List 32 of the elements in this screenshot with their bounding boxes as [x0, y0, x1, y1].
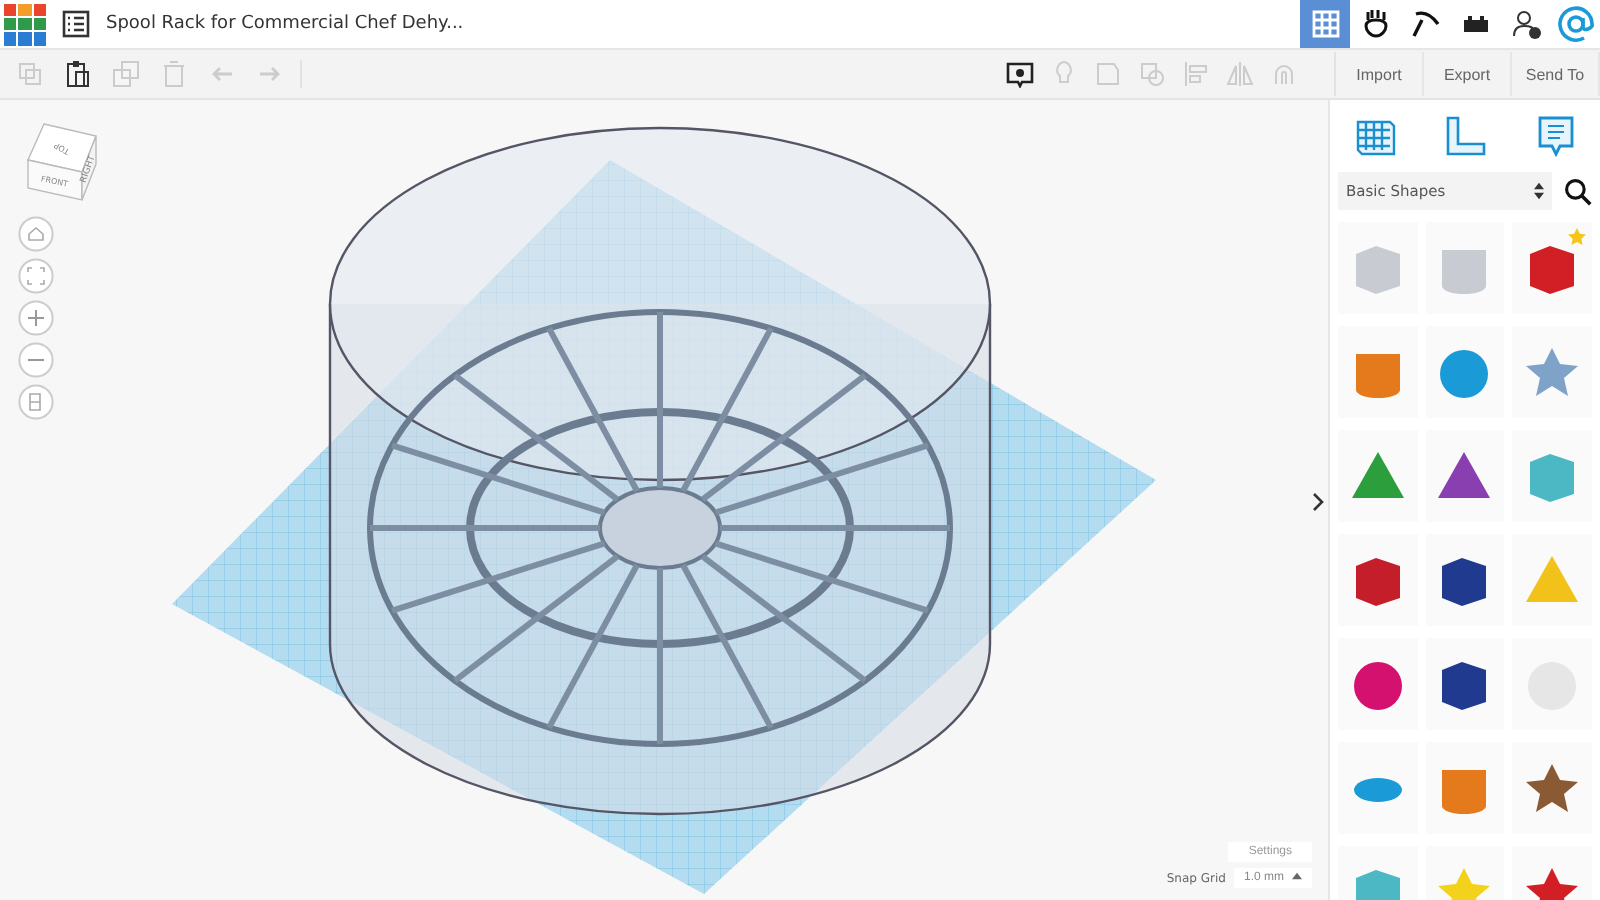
zoom-in-icon[interactable] [18, 300, 54, 336]
chevron-right-icon[interactable] [1312, 492, 1324, 512]
shape-tile[interactable] [1425, 638, 1505, 730]
search-icon[interactable] [1564, 177, 1592, 205]
shape-tile[interactable] [1512, 430, 1592, 522]
shape-tile[interactable] [1425, 534, 1505, 626]
ruler-icon[interactable] [1441, 112, 1489, 160]
shape-tile[interactable] [1425, 326, 1505, 418]
zoom-out-icon[interactable] [18, 342, 54, 378]
shape-tile[interactable] [1425, 430, 1505, 522]
shape-tile[interactable] [1425, 742, 1505, 834]
shape-tile[interactable] [1338, 222, 1418, 314]
logo-icon[interactable] [4, 3, 46, 45]
shape-tile[interactable] [1425, 222, 1505, 314]
up-down-arrows-icon [1534, 182, 1544, 200]
design-title[interactable]: Spool Rack for Commercial Chef Dehy... [106, 14, 464, 34]
shape-tile[interactable] [1338, 326, 1418, 418]
shape-tile[interactable] [1338, 742, 1418, 834]
shape-tile[interactable] [1338, 534, 1418, 626]
perspective-icon[interactable] [18, 384, 54, 420]
fit-view-icon[interactable] [18, 258, 54, 294]
list-icon[interactable] [62, 10, 90, 38]
shape-tile[interactable] [1512, 534, 1592, 626]
shape-tile[interactable] [1512, 326, 1592, 418]
grid-icon [1311, 10, 1339, 38]
caret-up-icon [1292, 872, 1302, 881]
shape-tile[interactable] [1512, 742, 1592, 834]
shape-tile[interactable] [1338, 430, 1418, 522]
shape-tile[interactable] [1512, 222, 1592, 314]
shape-tile[interactable] [1512, 638, 1592, 730]
shape-tile[interactable] [1338, 638, 1418, 730]
home-icon[interactable] [18, 216, 54, 252]
